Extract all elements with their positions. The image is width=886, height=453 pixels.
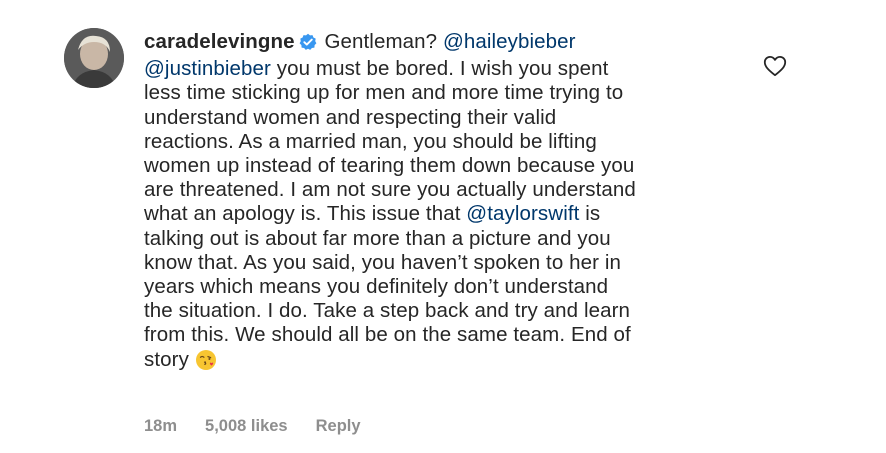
comment-line: years which means you definitely don’t u… [144,275,609,299]
comment-line: talking out is about far more than a pic… [144,226,611,250]
mention-link[interactable]: @haileybieber [443,30,576,53]
face-blowing-kiss-emoji [195,349,217,377]
verified-badge-icon [299,33,317,57]
comment-line: less time sticking up for men and more t… [144,81,624,105]
mention-link[interactable]: @taylorswift [466,202,579,225]
mention-link[interactable]: @justinbieber [144,57,271,80]
heart-outline-icon[interactable] [763,55,787,82]
comment-text: story [144,347,189,371]
comment-text: you must be bored. I wish you spent [270,57,609,81]
comment-line: story [144,348,744,377]
comment-line: @justinbieber you must be bored. I wish … [144,57,744,81]
comment-line: are threatened. I am not sure you actual… [144,178,636,202]
comment-line: from this. We should all be on the same … [144,323,631,347]
like-count[interactable]: 5,008 likes [205,417,288,435]
comment-line: what an apology is. This issue that @tay… [144,202,744,226]
comment-line: caradelevingne Gentleman? @haileybieber [144,30,744,57]
comment: caradelevingne Gentleman? @haileybieber … [0,0,886,453]
reply-button[interactable]: Reply [316,417,361,435]
avatar[interactable] [64,28,124,88]
comment-line: reactions. As a married man, you should … [144,129,597,153]
comment-line: know that. As you said, you haven’t spok… [144,250,621,274]
comment-text: Gentleman? [318,30,443,53]
comment-meta: 18m 5,008 likes Reply [144,417,389,436]
username-link[interactable]: caradelevingne [144,30,295,53]
comment-line: the situation. I do. Take a step back an… [144,299,631,323]
comment-timestamp[interactable]: 18m [144,417,177,435]
comment-text: is [579,202,601,226]
comment-body: caradelevingne Gentleman? @haileybieber … [144,30,744,377]
comment-line: women up instead of tearing them down be… [144,154,635,178]
comment-text: what an apology is. This issue that [144,202,467,226]
comment-line: understand women and respecting their va… [144,105,557,129]
profile-photo [64,28,124,88]
